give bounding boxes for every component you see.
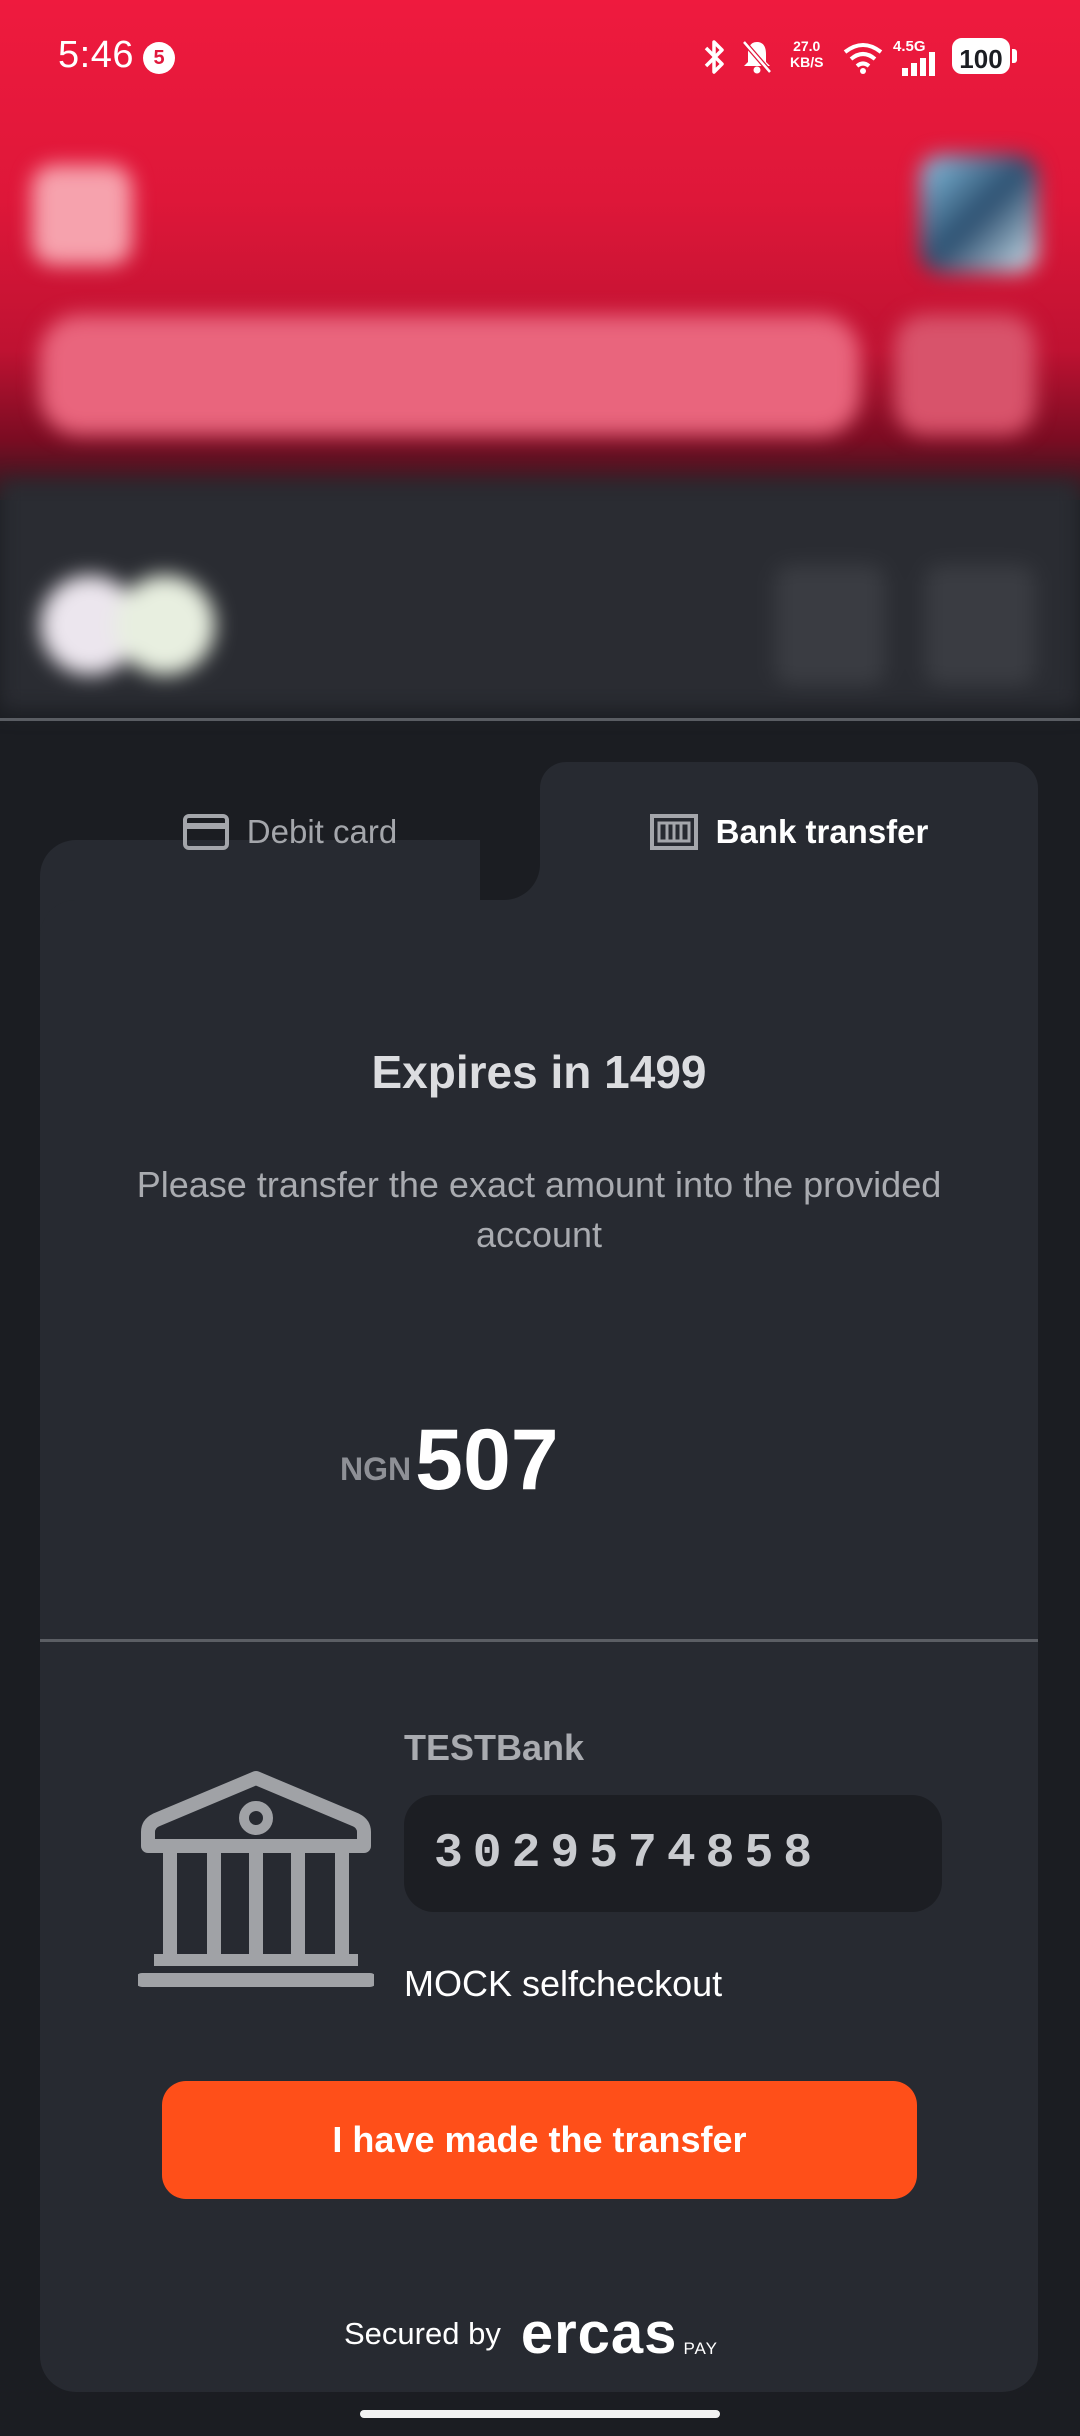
blurred-avatar	[920, 155, 1038, 273]
brand-subtitle: PAY	[683, 2339, 718, 2358]
card-divider	[40, 1639, 1038, 1642]
mute-bell-icon	[742, 40, 772, 74]
status-time: 5:46	[58, 34, 134, 76]
blurred-search-button	[895, 315, 1035, 435]
tab-bank-transfer-label: Bank transfer	[715, 813, 929, 850]
battery-tip	[1012, 49, 1017, 63]
bluetooth-icon	[704, 40, 724, 74]
expiry-countdown: Expires in 1499	[371, 1046, 707, 1098]
home-indicator[interactable]	[360, 2410, 720, 2418]
amount-display: NGN 507	[340, 1410, 559, 1510]
brand-name: ercas	[520, 2301, 678, 2366]
account-number-box[interactable]: 3029574858	[404, 1795, 942, 1912]
secured-by-footer: Secured by ercas PAY	[344, 2305, 718, 2363]
confirm-transfer-button[interactable]: I have made the transfer	[162, 2081, 917, 2199]
blurred-merchant-logo	[32, 165, 132, 265]
credit-card-icon	[182, 814, 229, 850]
status-bar: 5:46 5 27.0 KB/S 4.5G 100	[0, 0, 1080, 115]
tab-bank-transfer[interactable]: Bank transfer	[540, 762, 1038, 902]
bank-name: TESTBank	[404, 1727, 585, 1768]
blurred-background-page	[0, 115, 1080, 715]
signal-icon	[902, 52, 935, 76]
account-holder-name: MOCK selfcheckout	[404, 1963, 723, 2004]
battery-indicator: 100	[952, 38, 1010, 74]
account-number[interactable]: 3029574858	[434, 1827, 822, 1881]
sheet-divider	[0, 718, 1080, 721]
tab-debit-card-label: Debit card	[246, 813, 398, 850]
ercas-pay-logo: ercas PAY	[521, 2305, 718, 2363]
blurred-search-bar	[40, 315, 860, 435]
transfer-instructions: Please transfer the exact amount into th…	[136, 1164, 942, 1255]
notification-badge: 5	[143, 42, 175, 74]
amount-value: 507	[415, 1412, 559, 1508]
bank-building-icon	[138, 1771, 374, 1987]
network-speed: 27.0 KB/S	[790, 38, 824, 70]
wifi-icon	[843, 43, 883, 74]
secured-by-label: Secured by	[344, 2316, 501, 2351]
tab-debit-card[interactable]: Debit card	[40, 762, 540, 902]
bank-transfer-icon	[649, 814, 698, 850]
currency-code: NGN	[340, 1451, 412, 1487]
